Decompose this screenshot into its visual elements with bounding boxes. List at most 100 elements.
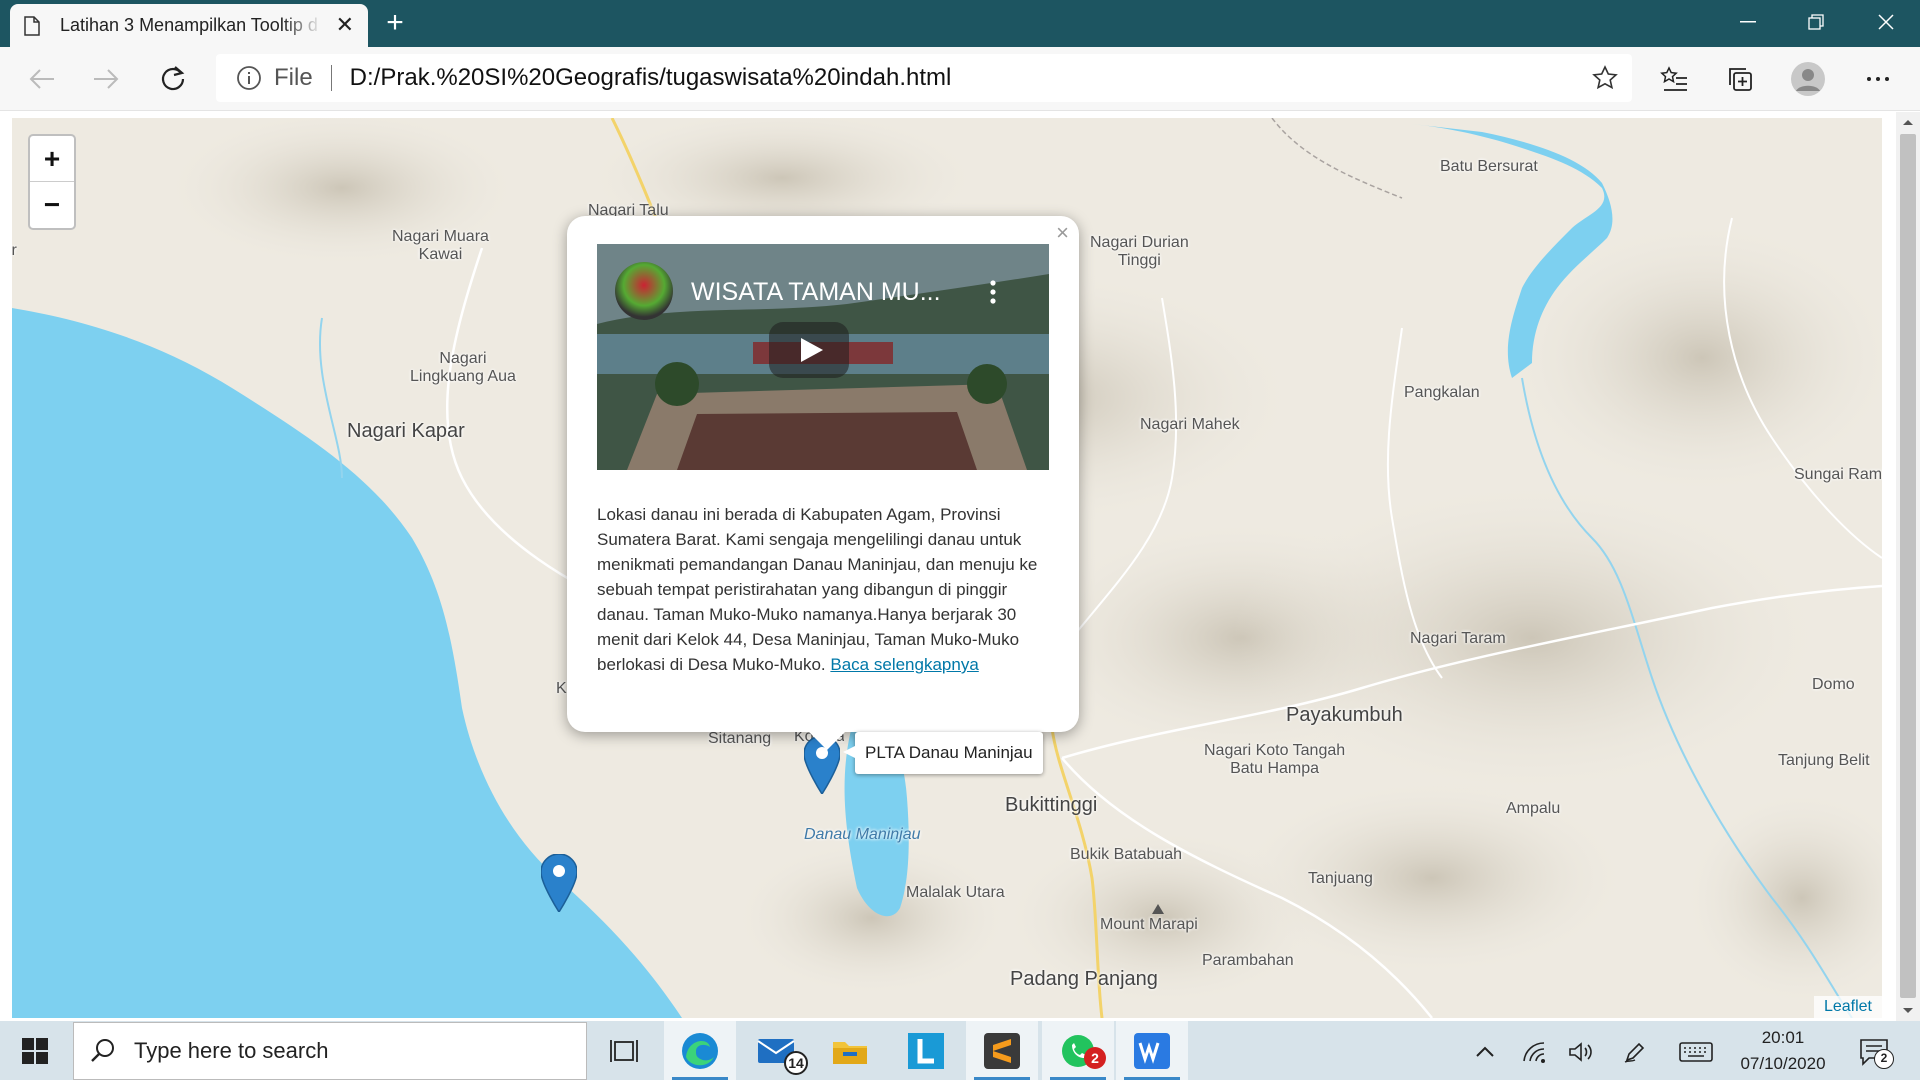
- new-tab-button[interactable]: +: [378, 6, 412, 40]
- wifi-icon: [1523, 1042, 1545, 1063]
- popup-description: Lokasi danau ini berada di Kabupaten Aga…: [597, 502, 1053, 677]
- marker-tooltip: PLTA Danau Maninjau: [843, 732, 1043, 774]
- map-label: Parambahan: [1202, 952, 1294, 969]
- leaflet-attribution[interactable]: Leaflet: [1813, 996, 1882, 1018]
- show-hidden-icons-button[interactable]: [1470, 1037, 1500, 1067]
- start-button[interactable]: [0, 1021, 70, 1080]
- chevron-up-icon: [1476, 1046, 1494, 1057]
- map-label-city: Padang Panjang: [1010, 968, 1158, 990]
- favorites-button[interactable]: [1656, 61, 1692, 97]
- pen-workspace-button[interactable]: [1620, 1037, 1650, 1067]
- edge-icon: [682, 1032, 718, 1069]
- mail-badge: 14: [784, 1051, 808, 1075]
- taskbar-app-edge[interactable]: [664, 1021, 736, 1080]
- taskbar-app-wps-writer[interactable]: [1116, 1021, 1188, 1080]
- youtube-video-embed[interactable]: WISATA TAMAN MU...: [597, 244, 1049, 470]
- scrollbar-thumb[interactable]: [1900, 134, 1916, 998]
- collections-icon: [1729, 68, 1752, 91]
- taskbar-app-sublime[interactable]: [966, 1021, 1038, 1080]
- more-dots-icon: [1867, 77, 1889, 81]
- arrow-left-icon: [29, 69, 54, 89]
- network-button[interactable]: [1520, 1037, 1550, 1067]
- map-label: Nagari Koto Tangah Batu Hampa: [1204, 742, 1346, 777]
- collections-button[interactable]: [1722, 61, 1758, 97]
- map-label: Domo: [1812, 676, 1855, 693]
- page-content: ir Nagari Talu Nagari Muara Kawai Nagari…: [0, 112, 1920, 1021]
- map-label-edge: ir: [12, 242, 17, 259]
- zoom-control: + −: [28, 134, 76, 230]
- task-view-button[interactable]: [588, 1021, 660, 1080]
- pen-icon: [1624, 1042, 1645, 1063]
- document-icon: [24, 15, 40, 36]
- writer-icon: [1134, 1032, 1170, 1069]
- map-label: Mount Marapi: [1100, 916, 1198, 933]
- browser-toolbar: File D:/Prak.%20SI%20Geografis/tugaswisa…: [0, 47, 1920, 111]
- map-label: Sungai Rami: [1794, 466, 1882, 483]
- clock-time: 20:01: [1761, 1028, 1805, 1047]
- map-label-city: Payakumbuh: [1286, 704, 1403, 726]
- whatsapp-badge: 2: [1084, 1047, 1106, 1069]
- play-button[interactable]: [769, 322, 849, 378]
- restore-icon: [1808, 14, 1824, 30]
- map-label: Pangkalan: [1404, 384, 1480, 401]
- minimize-button[interactable]: [1714, 0, 1782, 44]
- browser-tab[interactable]: Latihan 3 Menampilkan Tooltip d ✕: [10, 4, 368, 47]
- more-menu-button[interactable]: [1860, 61, 1896, 97]
- map-label: Nagari Taram: [1410, 630, 1506, 647]
- url-separator: [330, 65, 332, 91]
- map-label: Tanjuang: [1308, 870, 1373, 887]
- map-label: Nagari Durian Tinggi: [1090, 234, 1189, 269]
- map-label-water: Danau Maninjau: [804, 826, 921, 843]
- task-view-icon: [610, 1039, 638, 1062]
- minimize-icon: [1740, 21, 1756, 23]
- favorite-star-icon[interactable]: [1592, 65, 1618, 91]
- page-scrollbar[interactable]: [1896, 112, 1920, 1021]
- taskbar-app-l[interactable]: [890, 1021, 962, 1080]
- tab-close-button[interactable]: ✕: [336, 14, 354, 36]
- popup-close-button[interactable]: ×: [1056, 220, 1069, 246]
- read-more-link[interactable]: Baca selengkapnya: [830, 655, 978, 674]
- taskbar-app-file-explorer[interactable]: [814, 1021, 886, 1080]
- zoom-out-button[interactable]: −: [30, 182, 74, 228]
- taskbar-app-mail[interactable]: 14: [740, 1021, 812, 1080]
- refresh-button[interactable]: [153, 59, 193, 99]
- action-center-button[interactable]: 2: [1856, 1035, 1894, 1069]
- channel-avatar[interactable]: [615, 262, 673, 320]
- video-title[interactable]: WISATA TAMAN MU...: [691, 278, 941, 307]
- touch-keyboard-button[interactable]: [1678, 1037, 1714, 1067]
- keyboard-icon: [1679, 1042, 1713, 1062]
- scroll-up-icon[interactable]: [1896, 112, 1920, 132]
- volume-button[interactable]: [1566, 1037, 1596, 1067]
- map-popup: × WISATA TAMAN MU... Lokasi danau ini be…: [567, 216, 1079, 750]
- forward-button[interactable]: [86, 59, 126, 99]
- map-container[interactable]: ir Nagari Talu Nagari Muara Kawai Nagari…: [12, 118, 1882, 1018]
- back-button[interactable]: [22, 59, 62, 99]
- close-window-button[interactable]: [1852, 0, 1920, 44]
- restore-button[interactable]: [1782, 0, 1850, 44]
- map-label: Ampalu: [1506, 800, 1561, 817]
- profile-button[interactable]: [1790, 61, 1826, 97]
- map-label-city: Nagari Kapar: [347, 420, 465, 442]
- windows-taskbar: Type here to search 14 2 20:01 07/10/202…: [0, 1021, 1920, 1080]
- url-text[interactable]: D:/Prak.%20SI%20Geografis/tugaswisata%20…: [350, 64, 952, 92]
- favorites-list-icon: [1660, 66, 1687, 91]
- scroll-down-icon[interactable]: [1896, 1001, 1920, 1021]
- popup-tip: [807, 730, 847, 750]
- taskbar-app-whatsapp[interactable]: 2: [1042, 1021, 1114, 1080]
- zoom-in-button[interactable]: +: [30, 136, 74, 182]
- taskbar-search-box[interactable]: Type here to search: [73, 1022, 587, 1080]
- play-icon: [801, 338, 823, 362]
- map-marker[interactable]: [541, 854, 577, 912]
- system-clock[interactable]: 20:01 07/10/2020: [1722, 1025, 1844, 1077]
- map-label: Nagari Muara Kawai: [392, 228, 489, 263]
- avatar: [1791, 62, 1825, 96]
- address-bar[interactable]: File D:/Prak.%20SI%20Geografis/tugaswisa…: [216, 54, 1632, 102]
- folder-icon: [833, 1041, 867, 1064]
- speaker-icon: [1569, 1042, 1592, 1062]
- arrow-right-icon: [94, 69, 119, 89]
- map-label: Bukik Batabuah: [1070, 846, 1183, 863]
- refresh-icon: [161, 66, 185, 91]
- video-menu-icon[interactable]: [990, 280, 996, 304]
- popup-description-text: Lokasi danau ini berada di Kabupaten Aga…: [597, 505, 1038, 674]
- map-label: Sitanang: [708, 730, 772, 747]
